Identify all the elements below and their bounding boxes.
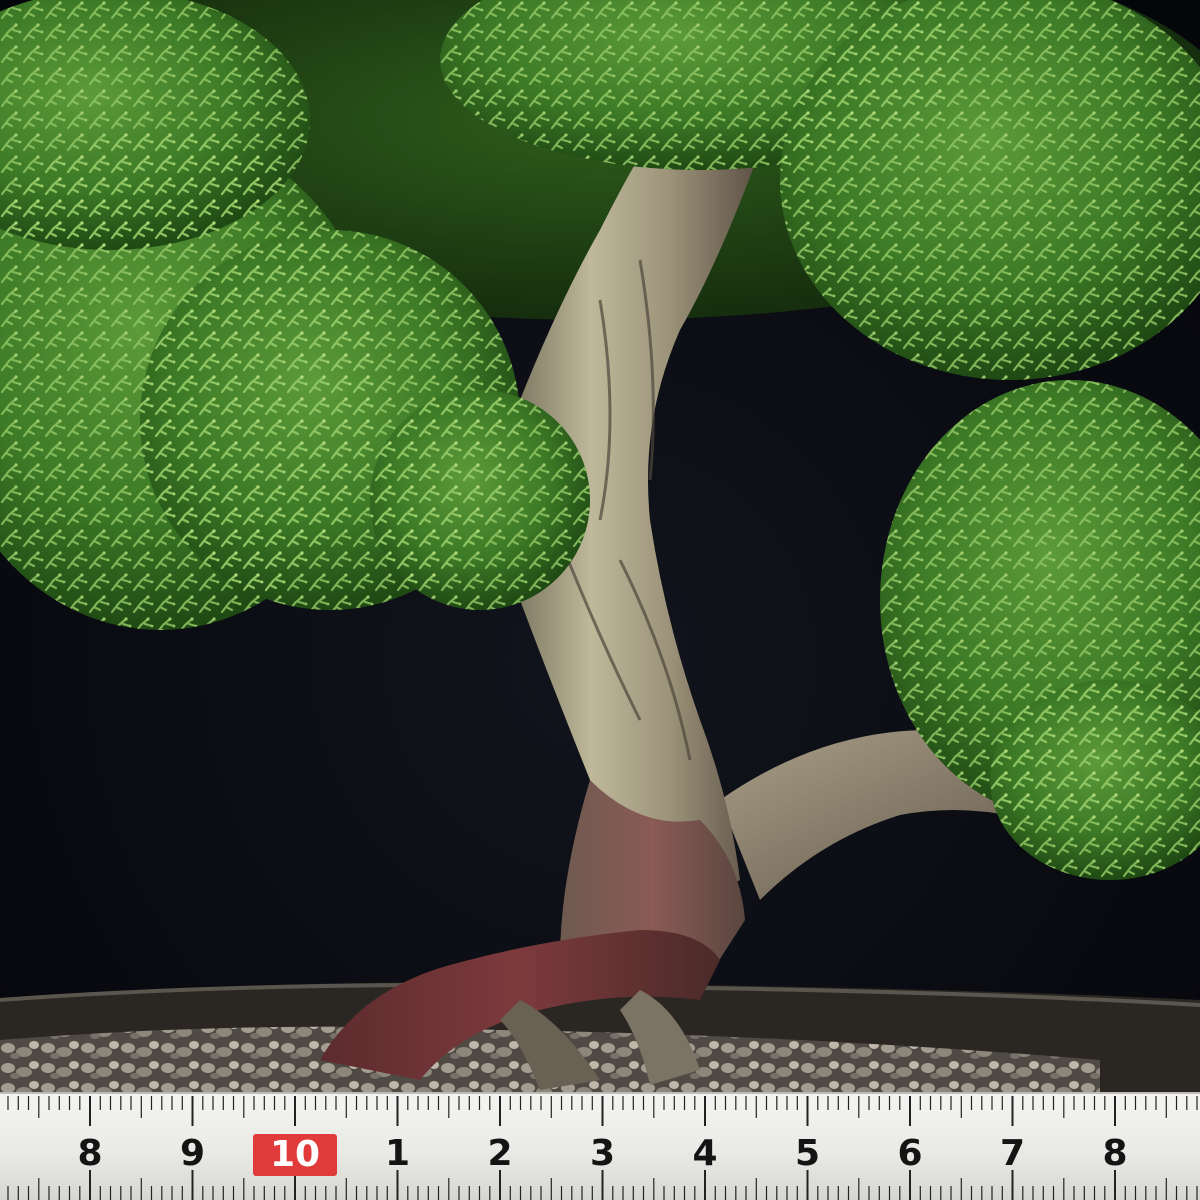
- ruler-number: 9: [179, 1133, 206, 1174]
- bonsai-photo: [0, 0, 1200, 1200]
- ruler-number: 9: [1188, 1136, 1200, 1172]
- ruler-number: 2: [487, 1133, 513, 1174]
- measuring-tape: 8 9 10 1 2 3 4 5 6 7 8 9: [0, 1092, 1200, 1200]
- photo-scene: 8 9 10 1 2 3 4 5 6 7 8 9: [0, 0, 1200, 1200]
- ruler-number: 8: [77, 1133, 103, 1174]
- ruler-number: 7: [999, 1133, 1026, 1174]
- ruler-number: 4: [692, 1133, 718, 1174]
- ruler-number: 10: [253, 1134, 337, 1176]
- ruler-number: 6: [897, 1133, 923, 1174]
- ruler-number: 8: [1102, 1133, 1128, 1174]
- ruler-number: 3: [589, 1133, 616, 1174]
- ruler-number: 1: [384, 1133, 411, 1174]
- ruler-number: 5: [794, 1133, 821, 1174]
